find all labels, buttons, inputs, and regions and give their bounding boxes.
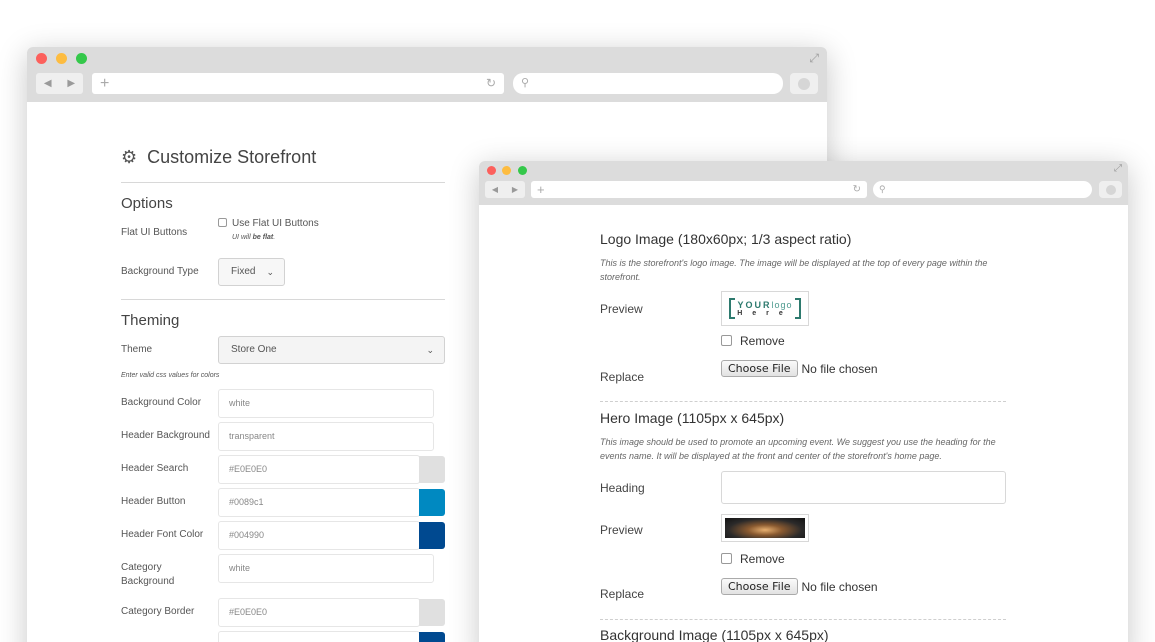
background-image-heading: Background Image (1105px x 645px) <box>600 627 829 642</box>
logo-remove-checkbox[interactable] <box>721 335 732 346</box>
category-border-label: Category Border <box>121 606 195 617</box>
header-font-color-input[interactable]: #004990 <box>218 521 420 550</box>
flat-ui-checkbox-row[interactable]: Use Flat UI Buttons <box>218 218 319 229</box>
forward-arrow-icon[interactable]: ▶ <box>512 185 518 194</box>
address-bar[interactable]: + ↻ <box>92 73 504 94</box>
hero-remove-checkbox-row[interactable]: Remove <box>721 552 785 566</box>
new-tab-icon[interactable]: + <box>537 181 545 198</box>
forward-arrow-icon[interactable]: ▶ <box>67 78 75 89</box>
divider <box>121 182 445 183</box>
logo-choose-file-button[interactable]: Choose File <box>721 360 798 377</box>
header-search-label: Header Search <box>121 463 189 474</box>
chevron-down-icon: ⌄ <box>266 267 274 277</box>
hero-image-description: This image should be used to promote an … <box>600 437 996 461</box>
search-bar[interactable]: ⚲ <box>513 73 783 94</box>
fullscreen-icon[interactable]: ⤢ <box>809 51 819 66</box>
hero-file-status: No file chosen <box>801 579 878 594</box>
address-bar[interactable]: + ↻ <box>531 181 867 198</box>
back-arrow-icon[interactable]: ◀ <box>44 78 52 89</box>
header-button-label: Header Button <box>121 496 186 507</box>
category-border-input[interactable]: #E0E0E0 <box>218 598 420 627</box>
chevron-down-icon: ⌄ <box>426 345 434 355</box>
hero-choose-file-button[interactable]: Choose File <box>721 578 798 595</box>
header-background-label: Header Background <box>121 430 210 441</box>
colors-hint: Enter valid css values for colors <box>121 372 220 379</box>
hero-image-heading: Hero Image (1105px x 645px) <box>600 410 785 426</box>
maximize-window-button[interactable] <box>518 166 527 175</box>
front-browser-window: ⤢ ◀ ▶ + ↻ ⚲ Logo Image (180x60px; 1/3 as… <box>479 161 1128 642</box>
logo-replace-label: Replace <box>600 370 645 384</box>
category-border-swatch <box>419 599 445 626</box>
header-font-color-swatch <box>419 522 445 549</box>
background-color-input[interactable]: white <box>218 389 434 418</box>
search-bar[interactable]: ⚲ <box>873 181 1092 198</box>
header-background-input[interactable]: transparent <box>218 422 434 451</box>
hero-remove-checkbox[interactable] <box>721 553 732 564</box>
extension-button[interactable] <box>790 73 818 94</box>
maximize-window-button[interactable] <box>76 53 87 64</box>
header-search-input[interactable]: #E0E0E0 <box>218 455 420 484</box>
theme-label: Theme <box>121 344 153 355</box>
hero-heading-input[interactable] <box>721 471 1006 504</box>
hero-preview-image <box>721 514 809 542</box>
search-icon: ⚲ <box>521 77 530 89</box>
reload-icon[interactable]: ↻ <box>486 73 496 94</box>
section-divider <box>600 619 1006 620</box>
background-type-select[interactable]: Fixed ⌄ <box>218 258 285 286</box>
flat-ui-label: Flat UI Buttons <box>121 227 188 238</box>
hero-file-input[interactable]: Choose File No file chosen <box>721 578 878 595</box>
logo-image-heading: Logo Image (180x60px; 1/3 aspect ratio) <box>600 231 852 247</box>
background-type-label: Background Type <box>121 266 199 277</box>
browser-toolbar: ⤢ ◀ ▶ + ↻ ⚲ <box>479 161 1128 205</box>
hero-heading-label: Heading <box>600 481 645 495</box>
background-color-label: Background Color <box>121 397 202 408</box>
close-window-button[interactable] <box>487 166 496 175</box>
logo-file-input[interactable]: Choose File No file chosen <box>721 360 878 377</box>
logo-preview-image: YOURlogo Here <box>721 291 809 326</box>
gears-icon: ⚙ <box>121 147 138 167</box>
section-divider <box>600 401 1006 402</box>
category-background-input[interactable]: white <box>218 554 434 583</box>
category-background-label: Category Background <box>121 562 175 587</box>
page-title: ⚙ Customize Storefront <box>121 147 317 167</box>
header-search-swatch <box>419 456 445 483</box>
new-tab-icon[interactable]: + <box>100 73 109 94</box>
logo-remove-checkbox-row[interactable]: Remove <box>721 334 785 348</box>
browser-toolbar: ⤢ ◀ ▶ + ↻ ⚲ <box>27 47 827 102</box>
minimize-window-button[interactable] <box>502 166 511 175</box>
theme-select[interactable]: Store One ⌄ <box>218 336 445 364</box>
back-arrow-icon[interactable]: ◀ <box>492 185 498 194</box>
options-heading: Options <box>121 195 173 212</box>
header-button-input[interactable]: #0089c1 <box>218 488 420 517</box>
nav-buttons: ◀ ▶ <box>485 181 525 198</box>
header-button-swatch <box>419 489 445 516</box>
hero-replace-label: Replace <box>600 587 645 601</box>
extension-button[interactable] <box>1099 181 1122 198</box>
logo-preview-label: Preview <box>600 302 643 316</box>
flat-ui-hint: UI will be flat. <box>232 234 276 241</box>
fullscreen-icon[interactable]: ⤢ <box>1114 163 1122 174</box>
minimize-window-button[interactable] <box>56 53 67 64</box>
search-icon: ⚲ <box>879 184 886 194</box>
flat-ui-checkbox[interactable] <box>218 218 227 227</box>
divider <box>121 299 445 300</box>
nav-buttons: ◀ ▶ <box>36 73 83 94</box>
close-window-button[interactable] <box>36 53 47 64</box>
partial-input[interactable] <box>218 631 420 642</box>
partial-swatch <box>419 632 445 642</box>
logo-image-description: This is the storefront's logo image. The… <box>600 258 988 282</box>
hero-preview-label: Preview <box>600 523 643 537</box>
reload-icon[interactable]: ↻ <box>853 181 861 198</box>
logo-file-status: No file chosen <box>801 361 878 376</box>
theming-heading: Theming <box>121 312 180 329</box>
header-font-color-label: Header Font Color <box>121 529 204 540</box>
